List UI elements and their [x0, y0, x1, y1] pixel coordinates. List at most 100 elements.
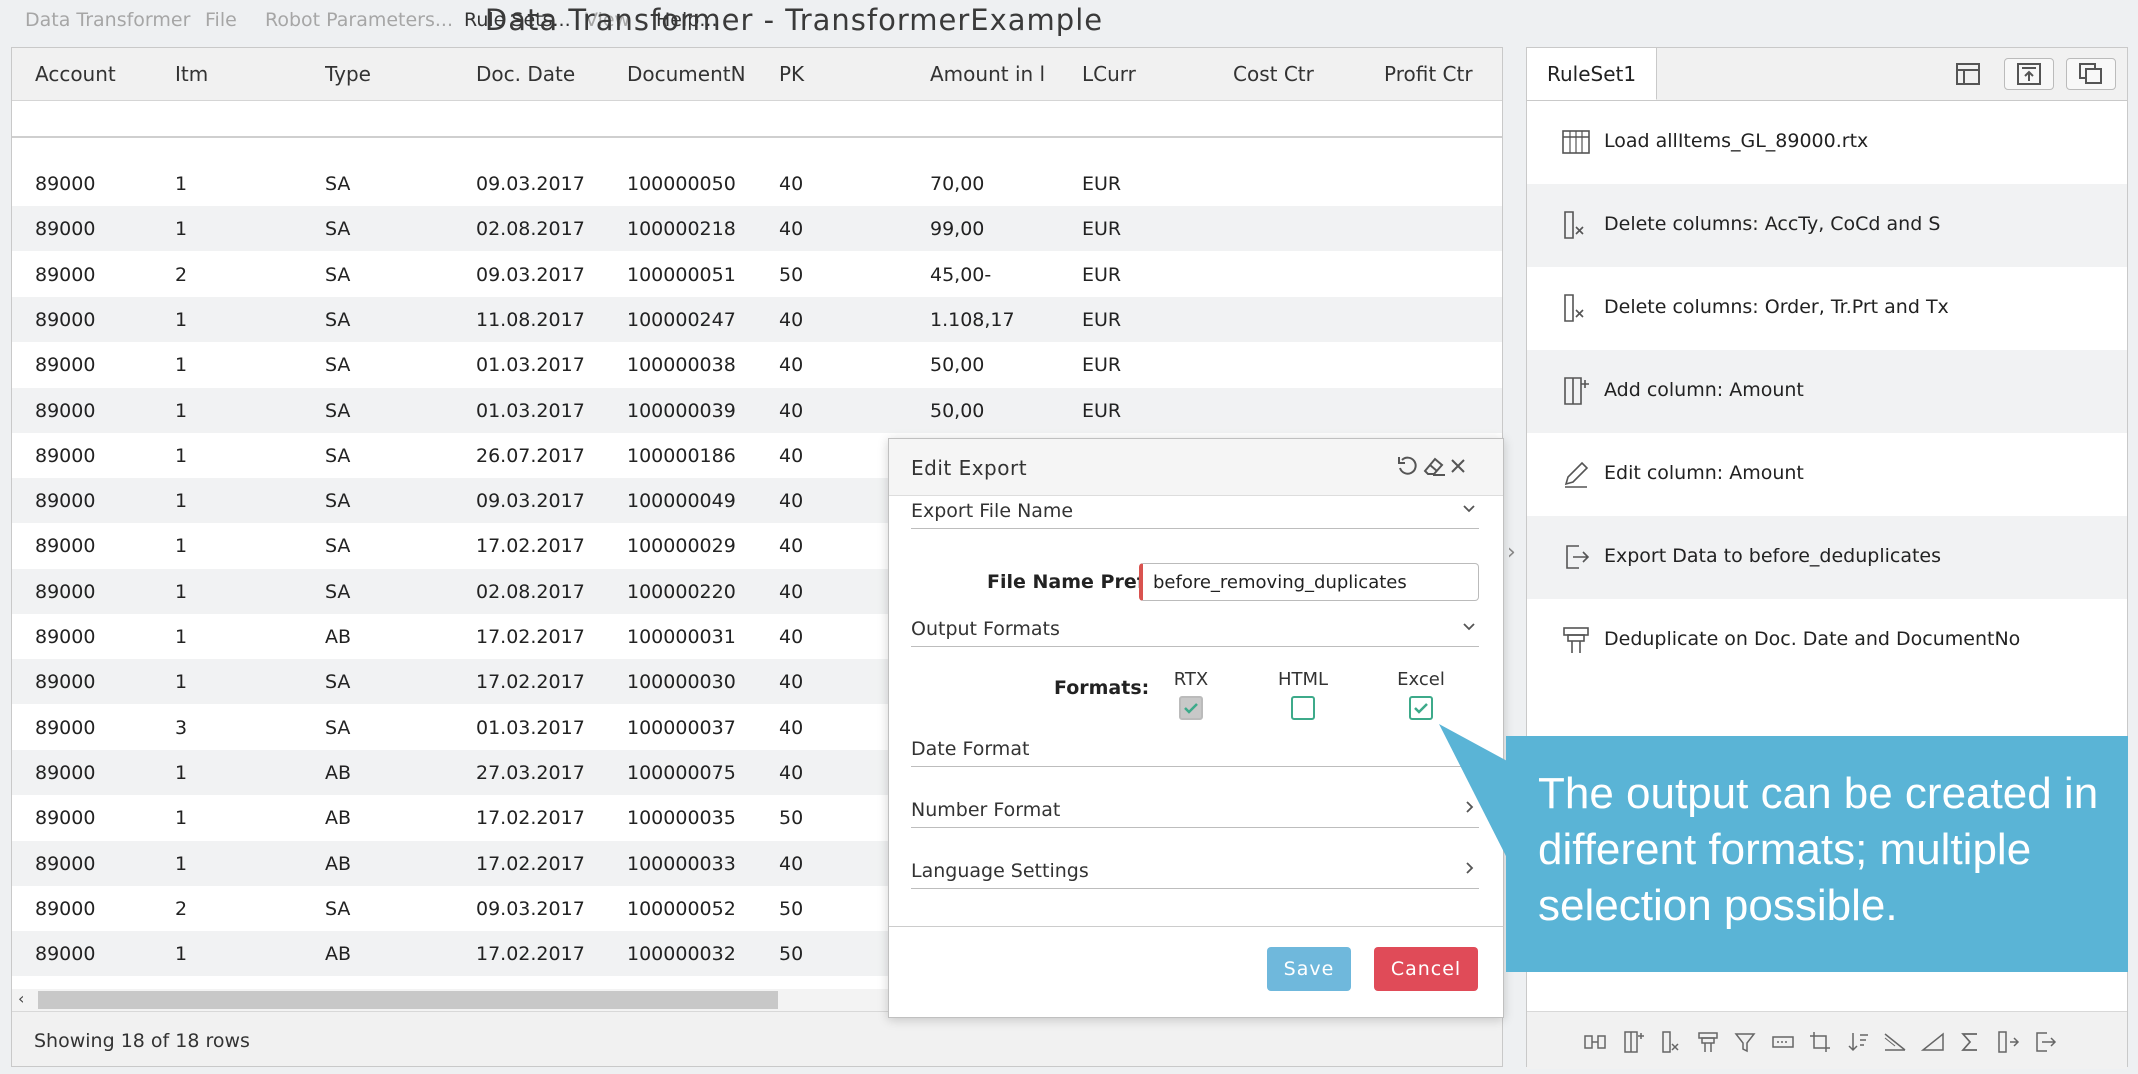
- menu-data-transformer[interactable]: Data Transformer: [25, 9, 190, 31]
- table-cell: 09.03.2017: [476, 490, 585, 513]
- menu-rule-sets[interactable]: Rule Sets...: [464, 9, 571, 31]
- column-header-cost-ctr[interactable]: Cost Ctr: [1233, 62, 1353, 86]
- rule-item[interactable]: Edit column: Amount: [1527, 433, 2127, 516]
- chevron-down-icon: [1463, 505, 1475, 513]
- table-cell: 89000: [35, 308, 96, 331]
- table-filter-row[interactable]: [12, 100, 1502, 138]
- table-row[interactable]: 89000 1 SA 02.08.2017 100000218 40 99,00 EUR: [12, 206, 1502, 252]
- table-cell: SA: [325, 444, 351, 467]
- table-cell: 99,00: [930, 218, 985, 241]
- excel-checkbox[interactable]: [1409, 696, 1433, 720]
- layout-view-button[interactable]: [1943, 58, 1993, 90]
- split-icon[interactable]: [1996, 1030, 2020, 1054]
- copy-view-button[interactable]: [2066, 58, 2116, 90]
- table-cell: SA: [325, 716, 351, 739]
- rule-label: Delete columns: AccTy, CoCd and S: [1604, 213, 1941, 235]
- save-button[interactable]: Save: [1267, 947, 1351, 991]
- column-header-itm[interactable]: Itm: [175, 62, 275, 86]
- table-cell: 40: [779, 716, 804, 739]
- column-header-profit-ctr[interactable]: Profit Ctr: [1384, 62, 1502, 86]
- export-icon[interactable]: [2033, 1030, 2057, 1054]
- table-row[interactable]: 89000 1 SA 11.08.2017 100000247 40 1.108,17 EUR: [12, 296, 1502, 342]
- format-rtx: RTX: [1151, 669, 1231, 720]
- rule-item[interactable]: Add column: Amount: [1527, 350, 2127, 433]
- tab-ruleset1[interactable]: RuleSet1: [1527, 48, 1658, 100]
- delete-column-icon: [1564, 294, 1584, 322]
- chevron-down-icon: [1463, 623, 1475, 631]
- scroll-left-icon[interactable]: ‹: [18, 989, 24, 1008]
- rule-item[interactable]: Delete columns: AccTy, CoCd and S: [1527, 184, 2127, 267]
- column-header-documentno[interactable]: DocumentN: [627, 62, 762, 86]
- section-export-file-name[interactable]: Export File Name: [911, 496, 1479, 529]
- table-row[interactable]: 89000 2 SA 09.03.2017 100000051 50 45,00- EUR: [12, 252, 1502, 297]
- table-cell: AB: [325, 761, 352, 784]
- column-header-account[interactable]: Account: [35, 62, 165, 86]
- sort-icon[interactable]: [1846, 1030, 1870, 1054]
- crop-icon[interactable]: [1808, 1030, 1832, 1054]
- layout-icon: [1956, 63, 1980, 85]
- table-cell: SA: [325, 354, 351, 377]
- chevron-right-icon[interactable]: ›: [1507, 540, 1516, 565]
- join-icon[interactable]: [1583, 1030, 1607, 1054]
- table-cell: 100000220: [627, 580, 736, 603]
- column-header-type[interactable]: Type: [325, 62, 425, 86]
- table-cell: SA: [325, 535, 351, 558]
- menu-file[interactable]: File: [205, 9, 237, 31]
- rule-item[interactable]: Export Data to before_deduplicates: [1527, 516, 2127, 599]
- file-name-prefix-input[interactable]: [1139, 563, 1479, 601]
- eraser-icon[interactable]: [1421, 453, 1447, 479]
- deduplicate-icon[interactable]: [1696, 1030, 1720, 1054]
- table-cell: 50: [779, 943, 804, 966]
- section-output-formats[interactable]: Output Formats: [911, 614, 1479, 647]
- table-cell: 100000032: [627, 943, 736, 966]
- column-header-pk[interactable]: PK: [779, 62, 879, 86]
- table-cell: 89000: [35, 399, 96, 422]
- rtx-checkbox[interactable]: [1179, 696, 1203, 720]
- column-header-doc-date[interactable]: Doc. Date: [476, 62, 611, 86]
- rule-item[interactable]: Delete columns: Order, Tr.Prt and Tx: [1527, 267, 2127, 350]
- filter-icon[interactable]: [1733, 1030, 1757, 1054]
- delete-column-icon[interactable]: [1658, 1030, 1682, 1054]
- menu-robot-parameters[interactable]: Robot Parameters...: [265, 9, 453, 31]
- add-column-icon[interactable]: [1621, 1030, 1645, 1054]
- column-header-amount[interactable]: Amount in l: [930, 62, 1065, 86]
- menu-bar: Data Transformer File Robot Parameters..…: [0, 0, 2138, 44]
- undo-icon[interactable]: [1394, 453, 1420, 479]
- section-date-format[interactable]: Date Format: [911, 734, 1479, 767]
- rule-item[interactable]: Load allItems_GL_89000.rtx: [1527, 101, 2127, 184]
- column-header-lcurr[interactable]: LCurr: [1082, 62, 1182, 86]
- menu-view[interactable]: View: [585, 9, 630, 31]
- sum-icon[interactable]: [1958, 1030, 1982, 1054]
- table-cell: 89000: [35, 852, 96, 875]
- slope-icon[interactable]: [1883, 1030, 1907, 1054]
- ramp-icon[interactable]: [1920, 1030, 1945, 1054]
- section-label: Language Settings: [911, 860, 1089, 882]
- table-cell: 100000050: [627, 173, 736, 195]
- table-cell: 17.02.2017: [476, 852, 585, 875]
- table-cell: 89000: [35, 263, 96, 286]
- table-cell: 17.02.2017: [476, 535, 585, 558]
- close-icon[interactable]: [1445, 453, 1471, 479]
- scrollbar-thumb[interactable]: [38, 991, 778, 1009]
- upload-view-button[interactable]: [2004, 58, 2054, 90]
- rename-icon[interactable]: [1771, 1030, 1795, 1054]
- section-number-format[interactable]: Number Format: [911, 795, 1479, 828]
- table-row[interactable]: 89000 1 SA 01.03.2017 100000038 40 50,00 EUR: [12, 342, 1502, 387]
- table-cell: 100000218: [627, 218, 736, 241]
- table-cell: 100000247: [627, 308, 736, 331]
- table-cell: 02.08.2017: [476, 218, 585, 241]
- rule-item[interactable]: Deduplicate on Doc. Date and DocumentNo: [1527, 599, 2127, 682]
- html-checkbox[interactable]: [1291, 696, 1315, 720]
- table-cell: SA: [325, 490, 351, 513]
- cancel-button[interactable]: Cancel: [1374, 947, 1478, 991]
- table-cell: 2: [175, 263, 188, 286]
- table-cell: 1: [175, 354, 188, 377]
- table-row[interactable]: 89000 1 SA 09.03.2017 100000050 40 70,00 EUR: [12, 161, 1502, 206]
- table-cell: 100000049: [627, 490, 736, 513]
- section-language-settings[interactable]: Language Settings: [911, 856, 1479, 889]
- menu-help[interactable]: Help...: [656, 9, 717, 31]
- table-row[interactable]: 89000 1 SA 01.03.2017 100000039 40 50,00 EUR: [12, 387, 1502, 433]
- table-cell: 3: [175, 716, 188, 739]
- upload-box-icon: [2017, 63, 2041, 85]
- table-cell: 100000038: [627, 354, 736, 377]
